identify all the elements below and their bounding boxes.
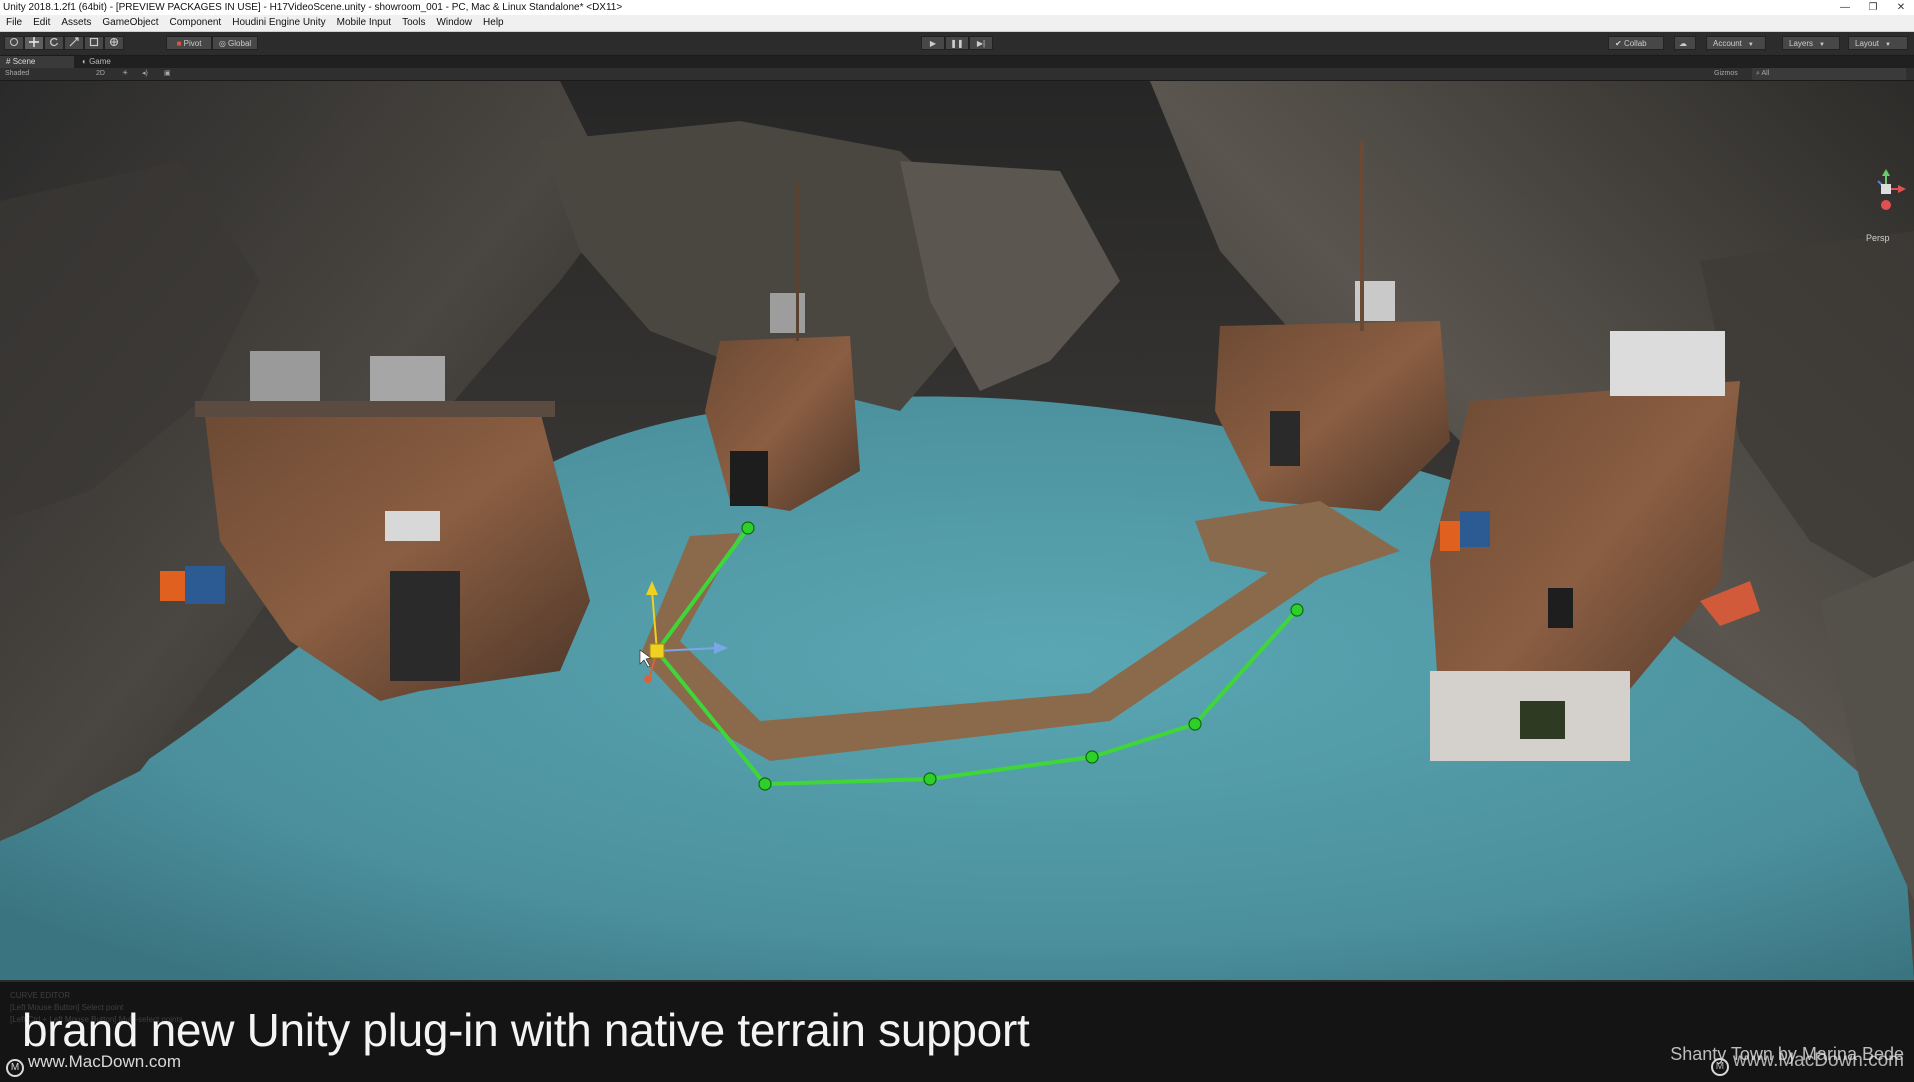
layout-dropdown[interactable]: Layout ▼ [1848, 36, 1908, 50]
curve-point[interactable] [1290, 603, 1304, 617]
gizmos-dropdown[interactable]: Gizmos [1714, 68, 1738, 80]
menu-gameobject[interactable]: GameObject [96, 15, 163, 31]
chevron-down-icon: ▼ [1885, 42, 1891, 48]
check-icon: ✔ [1615, 39, 1622, 48]
minimize-button[interactable]: — [1832, 0, 1858, 15]
pivot-toggle[interactable]: ■ Pivot [166, 36, 212, 50]
shading-mode-dropdown[interactable]: Shaded [5, 68, 29, 80]
curve-point[interactable] [1188, 717, 1202, 731]
effects-toggle-icon[interactable]: ▣ [164, 68, 171, 80]
layout-label: Layout [1855, 39, 1880, 48]
menu-tools[interactable]: Tools [396, 15, 430, 31]
watermark-left-text: www.MacDown.com [28, 1052, 182, 1071]
scene-viewport[interactable]: Persp [0, 81, 1914, 980]
watermark-right: Mwww.MacDown.com [1710, 1050, 1904, 1076]
cloud-button[interactable]: ☁ [1674, 36, 1696, 50]
hand-icon [10, 38, 18, 46]
gizmo-center-handle[interactable] [649, 643, 665, 659]
transform-tools [4, 36, 124, 50]
scene-search-placeholder: All [1761, 70, 1770, 77]
menu-window[interactable]: Window [430, 15, 477, 31]
scale-tool-button[interactable] [64, 36, 84, 50]
tab-scene[interactable]: # Scene [0, 56, 74, 68]
account-label: Account [1713, 39, 1742, 48]
gizmo-y-cone-icon[interactable] [1882, 169, 1890, 176]
rotate-tool-button[interactable] [44, 36, 64, 50]
game-icon: ◐ [82, 57, 87, 66]
menu-houdini-engine-unity[interactable]: Houdini Engine Unity [226, 15, 330, 31]
gizmo-cube-icon[interactable] [1881, 184, 1891, 194]
curve-point[interactable] [741, 521, 755, 535]
layers-label: Layers [1789, 39, 1814, 48]
globe-icon: ◎ [218, 39, 226, 48]
collab-dropdown[interactable]: ✔ Collab [1608, 36, 1664, 50]
orientation-gizmo[interactable]: Persp [1864, 167, 1908, 247]
chevron-down-icon: ▼ [1747, 42, 1754, 48]
watermark-left: Mwww.MacDown.com [6, 1052, 181, 1077]
transform-icon [110, 38, 118, 46]
rotate-icon [50, 37, 59, 47]
move-icon [29, 37, 39, 47]
menu-assets[interactable]: Assets [55, 15, 96, 31]
playback-controls: ▶ ❚❚ ▶| [921, 36, 993, 50]
main-toolbar: ■ Pivot ◎ Global ▶ ❚❚ ▶| ✔ Collab ☁ Acco… [0, 32, 1914, 56]
watermark-logo-icon: M [6, 1059, 24, 1077]
layers-dropdown[interactable]: Layers ▼ [1782, 36, 1840, 50]
transform-tool-button[interactable] [104, 36, 124, 50]
menu-component[interactable]: Component [164, 15, 227, 31]
scene-icon: # [6, 57, 11, 66]
menu-help[interactable]: Help [477, 15, 509, 31]
search-icon: ⌕ [1756, 70, 1760, 77]
step-button[interactable]: ▶| [969, 36, 993, 50]
scene-search-input[interactable]: ⌕ All [1752, 68, 1906, 80]
play-button[interactable]: ▶ [921, 36, 945, 50]
video-caption: brand new Unity plug-in with native terr… [22, 1004, 1030, 1056]
global-label: Global [228, 39, 252, 48]
collab-label: Collab [1623, 39, 1647, 48]
watermark-right-text: www.MacDown.com [1732, 1050, 1904, 1071]
toggle-2d-button[interactable]: 2D [96, 68, 105, 80]
tab-game[interactable]: ◐ Game [76, 56, 136, 68]
hand-tool-button[interactable] [4, 36, 24, 50]
account-dropdown[interactable]: Account ▼ [1706, 36, 1766, 50]
scene-view-toolbar: Shaded 2D ☀ ◂) ▣ Gizmos ⌕ All [0, 68, 1914, 81]
curve-point[interactable] [758, 777, 772, 791]
persp-label[interactable]: Persp [1866, 233, 1890, 243]
watermark-logo-icon: M [1710, 1058, 1729, 1076]
window-title: Unity 2018.1.2f1 (64bit) - [PREVIEW PACK… [3, 2, 623, 13]
restore-button[interactable]: ❐ [1860, 0, 1886, 15]
scene-render [0, 81, 1914, 980]
curve-point[interactable] [1085, 750, 1099, 764]
curve-point[interactable] [923, 772, 937, 786]
gizmo-z-handle[interactable] [644, 675, 652, 683]
menu-file[interactable]: File [0, 15, 27, 31]
chevron-down-icon: ▼ [1819, 42, 1825, 48]
close-button[interactable]: ✕ [1888, 0, 1914, 15]
menu-bar: File Edit Assets GameObject Component Houdini… [0, 15, 1914, 32]
console-line: CURVE EDITOR [10, 991, 71, 1000]
tab-scene-label: Scene [12, 57, 36, 66]
gizmo-x-cone-icon[interactable] [1898, 185, 1906, 193]
lighting-toggle-icon[interactable]: ☀ [122, 68, 128, 80]
rect-icon [89, 37, 99, 47]
view-tabs: # Scene ◐ Game [0, 56, 1914, 68]
title-bar: Unity 2018.1.2f1 (64bit) - [PREVIEW PACK… [0, 0, 1914, 15]
pivot-toggles: ■ Pivot ◎ Global [166, 36, 258, 50]
rect-tool-button[interactable] [84, 36, 104, 50]
pivot-label: Pivot [183, 39, 202, 48]
move-tool-button[interactable] [24, 36, 44, 50]
audio-toggle-icon[interactable]: ◂) [142, 68, 148, 80]
scale-icon [69, 37, 79, 47]
gizmo-neg-x-icon[interactable] [1881, 200, 1891, 210]
pivot-icon: ■ [176, 39, 182, 48]
menu-mobile-input[interactable]: Mobile Input [331, 15, 396, 31]
global-toggle[interactable]: ◎ Global [212, 36, 258, 50]
menu-edit[interactable]: Edit [27, 15, 55, 31]
tab-game-label: Game [89, 57, 111, 66]
cloud-icon: ☁ [1679, 39, 1687, 48]
pause-button[interactable]: ❚❚ [945, 36, 969, 50]
